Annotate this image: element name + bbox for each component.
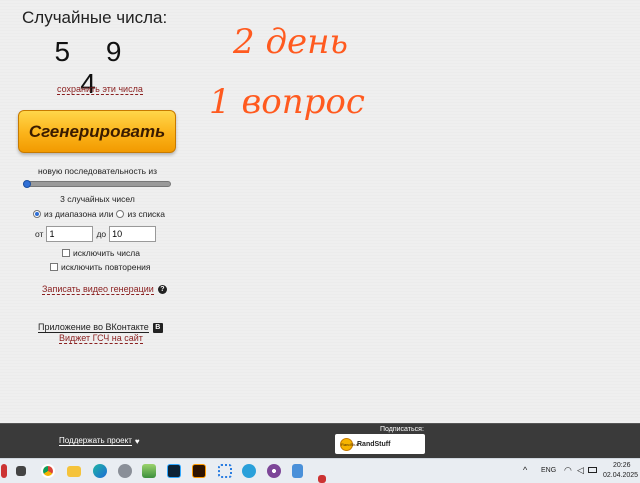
generate-button[interactable]: Сгенерировать	[18, 110, 176, 153]
file-explorer-icon[interactable]	[16, 466, 26, 476]
widget-link[interactable]: Виджет ГСЧ на сайт	[59, 333, 143, 344]
save-numbers-link[interactable]: сохранить эти числа	[57, 84, 143, 95]
handwritten-annotation: 2 день 1 вопрос	[209, 22, 365, 122]
page-content: Случайные числа: 5 9 4 сохранить эти чис…	[0, 0, 640, 423]
photoshop-icon[interactable]	[167, 464, 181, 478]
from-input[interactable]	[46, 226, 94, 242]
record-video-link[interactable]: Записать видео генерации	[42, 284, 154, 295]
footer: Поддержать проект ♥ Подписаться: RandStu…	[0, 423, 640, 458]
heart-icon: ♥	[134, 436, 140, 446]
to-label: до	[96, 229, 107, 239]
vk-icon: В	[152, 322, 163, 333]
annotation-line-2: 1 вопрос	[209, 82, 365, 122]
random-number: 5	[54, 36, 85, 67]
exclude-repeats-checkbox[interactable]	[50, 263, 58, 271]
settings-icon[interactable]	[118, 464, 132, 478]
list-option-label: из списка	[127, 209, 165, 219]
tor-icon[interactable]	[267, 464, 281, 478]
edge-icon[interactable]	[93, 464, 107, 478]
exclude-numbers-checkbox[interactable]	[62, 249, 70, 257]
to-input[interactable]	[109, 226, 157, 242]
from-label: от	[35, 229, 44, 239]
vk-app-link[interactable]: Приложение во ВКонтакте	[38, 322, 149, 333]
support-project[interactable]: Поддержать проект ♥	[59, 436, 140, 446]
source-options: из диапазона или из списка	[33, 209, 165, 219]
channel-name: RandStuff	[357, 440, 391, 448]
illustrator-icon[interactable]	[192, 464, 206, 478]
annotation-line-1: 2 день	[232, 22, 348, 62]
range-option-label: из диапазона или	[44, 209, 114, 219]
tray-chevron-icon[interactable]: ^	[523, 465, 527, 475]
subscribe-widget[interactable]: RandStuff RandStuff	[335, 434, 425, 454]
battery-icon[interactable]	[588, 467, 597, 473]
page-title: Случайные числа:	[22, 8, 168, 27]
list-radio[interactable]	[116, 210, 125, 218]
network-icon[interactable]	[218, 464, 232, 478]
help-icon[interactable]: ?	[157, 285, 167, 294]
sequence-slider[interactable]	[23, 181, 171, 187]
clock-time[interactable]: 20:26	[613, 462, 631, 469]
range-radio[interactable]	[33, 210, 41, 218]
random-number: 9	[105, 36, 136, 67]
randstuff-logo-icon: RandStuff	[340, 437, 359, 451]
clock-date[interactable]: 02.04.2025	[603, 472, 638, 479]
range-inputs: от до	[35, 226, 157, 242]
subscribe-label: Подписаться:	[380, 426, 424, 433]
exclude-repeats-option: исключить повторения	[50, 262, 151, 272]
exclude-repeats-label: исключить повторения	[61, 262, 151, 272]
language-indicator[interactable]: ENG	[541, 467, 556, 474]
taskbar: ^ ENG ◠ ◁ 20:26 02.04.2025	[0, 458, 640, 483]
vk-app-row: Приложение во ВКонтакте В	[38, 322, 163, 333]
count-label: 3 случайных чисел	[60, 194, 135, 204]
snap-icon[interactable]	[1, 464, 7, 478]
snipping-icon[interactable]	[318, 475, 326, 483]
support-link[interactable]: Поддержать проект	[59, 436, 132, 446]
sequence-label: новую последовательность из	[37, 166, 158, 176]
telegram-icon[interactable]	[242, 464, 256, 478]
folder-icon[interactable]	[67, 466, 81, 477]
exclude-numbers-option: исключить числа	[62, 248, 140, 258]
notepad-icon[interactable]	[292, 464, 303, 478]
record-video-row: Записать видео генерации ?	[42, 284, 167, 295]
exclude-numbers-label: исключить числа	[73, 248, 140, 258]
wifi-icon[interactable]: ◠	[564, 465, 572, 476]
volume-icon[interactable]: ◁	[577, 465, 584, 476]
sequence-slider-handle[interactable]	[23, 180, 31, 188]
chrome-icon[interactable]	[41, 464, 55, 478]
photos-icon[interactable]	[142, 464, 156, 478]
